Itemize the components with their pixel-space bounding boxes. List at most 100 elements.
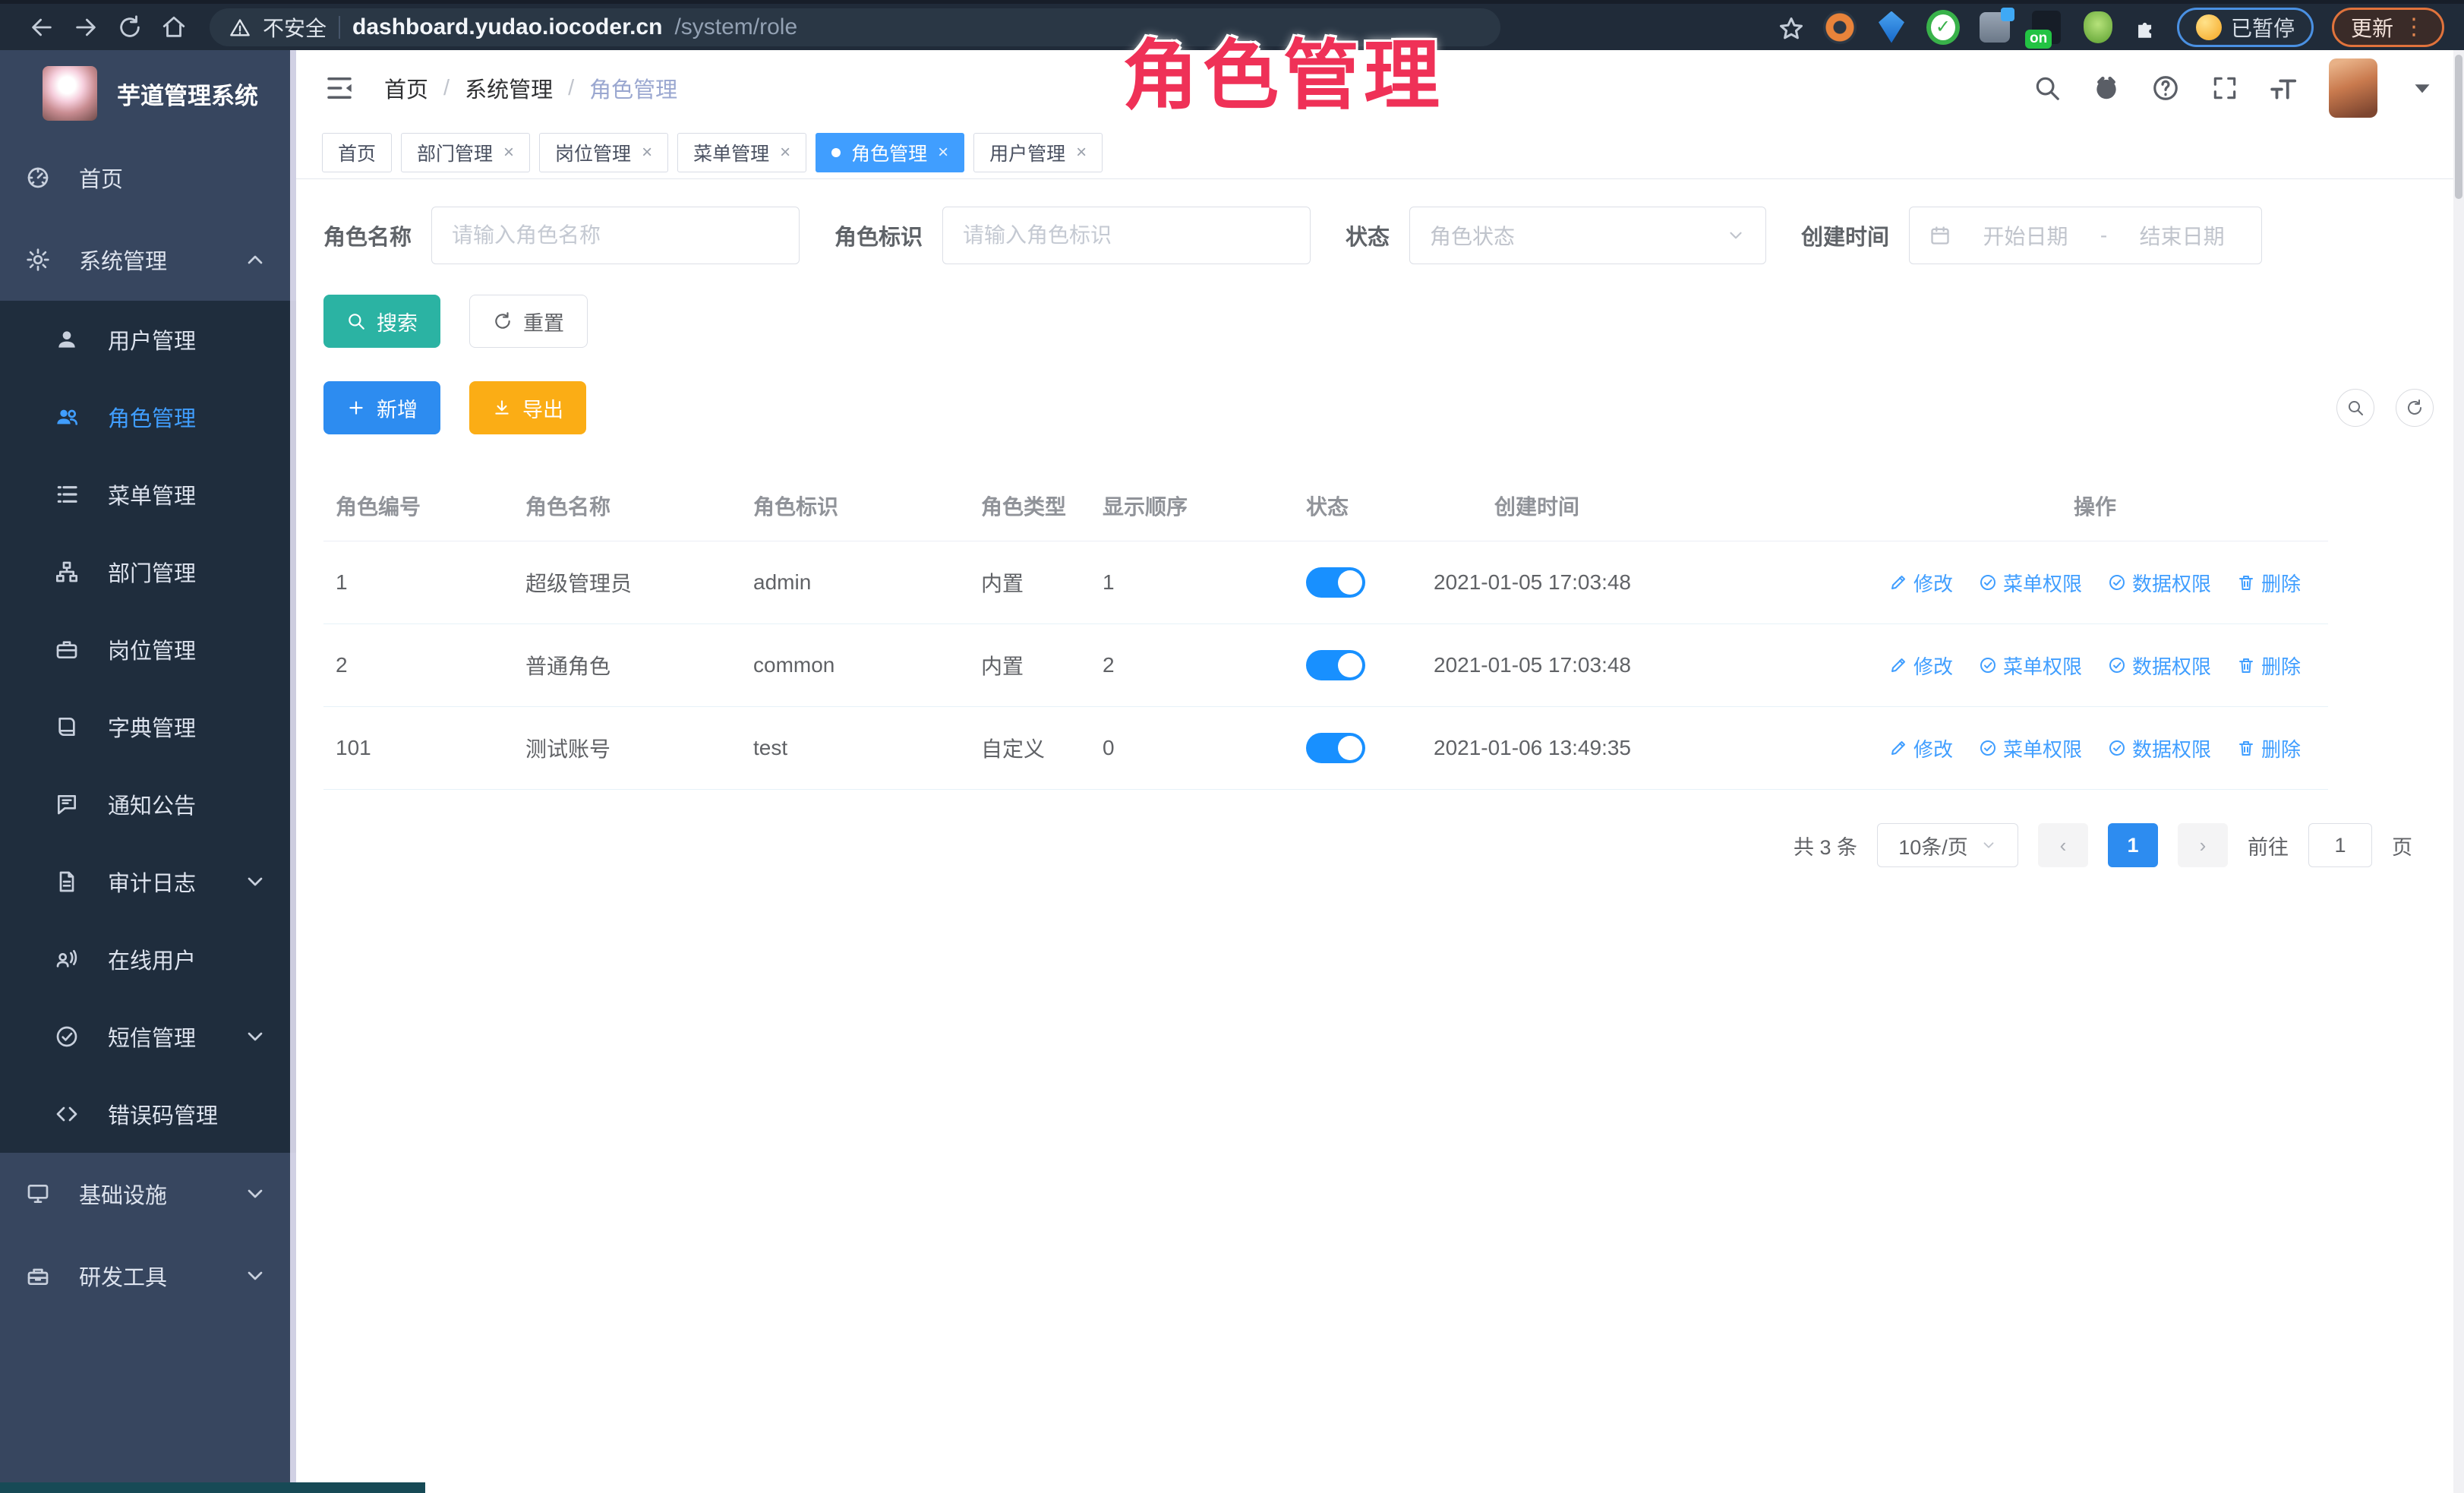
sidebar-item-audit-log[interactable]: 审计日志: [0, 843, 296, 920]
breadcrumb-system[interactable]: 系统管理: [465, 72, 553, 104]
update-label: 更新: [2351, 12, 2393, 43]
sidebar-item-sms[interactable]: 短信管理: [0, 998, 296, 1075]
fullscreen-icon[interactable]: [2210, 74, 2239, 103]
data-permission-link[interactable]: 数据权限: [2108, 652, 2211, 680]
role-code-input[interactable]: [942, 207, 1311, 264]
profile-emoji-icon: [2196, 14, 2222, 40]
tabs-bar: 首页 部门管理 × 岗位管理 × 菜单管理 × 角色管理 × 用户管理 ×: [296, 126, 2464, 179]
page-scrollbar[interactable]: [2453, 50, 2464, 1493]
browser-reload-button[interactable]: [108, 8, 152, 46]
goto-label: 前往: [2248, 831, 2289, 860]
sync-paused-button[interactable]: 已暂停: [2177, 8, 2314, 47]
data-permission-link[interactable]: 数据权限: [2108, 734, 2211, 762]
sidebar-item-home[interactable]: 首页: [0, 137, 296, 219]
bookmark-star-icon[interactable]: [1778, 11, 1805, 43]
scrollbar-thumb[interactable]: [2455, 55, 2462, 199]
tab-close-icon[interactable]: ×: [780, 142, 790, 163]
browser-home-button[interactable]: [152, 8, 196, 46]
tab-menus[interactable]: 菜单管理 ×: [677, 133, 806, 172]
sidebar-item-posts[interactable]: 岗位管理: [0, 611, 296, 688]
extensions-puzzle-icon[interactable]: [2133, 12, 2159, 42]
menu-permission-link[interactable]: 菜单权限: [1979, 569, 2082, 597]
role-code-label: 角色标识: [834, 219, 923, 251]
add-button[interactable]: 新增: [323, 381, 440, 434]
chrome-update-button[interactable]: 更新 ⋮: [2332, 8, 2444, 47]
sidebar-item-notices[interactable]: 通知公告: [0, 765, 296, 843]
status-toggle[interactable]: [1306, 733, 1365, 763]
date-range-picker[interactable]: 开始日期 - 结束日期: [1909, 207, 2262, 264]
tab-close-icon[interactable]: ×: [938, 142, 948, 163]
font-size-icon[interactable]: [2270, 74, 2298, 103]
menu-list-icon: [55, 482, 79, 507]
role-type: 内置: [969, 541, 1090, 624]
breadcrumb-home[interactable]: 首页: [384, 72, 428, 104]
not-secure-warning-icon: [229, 15, 251, 39]
delete-link[interactable]: 删除: [2237, 652, 2301, 680]
extension-icon-alien[interactable]: [2081, 11, 2115, 44]
toggle-search-button[interactable]: [2336, 389, 2374, 427]
tab-users[interactable]: 用户管理 ×: [973, 133, 1103, 172]
user-avatar[interactable]: [2329, 58, 2377, 118]
extension-icon-orange[interactable]: [1823, 11, 1857, 44]
export-button[interactable]: 导出: [469, 381, 586, 434]
reset-button[interactable]: 重置: [469, 295, 588, 348]
tab-close-icon[interactable]: ×: [503, 142, 514, 163]
main-panel: 首页 / 系统管理 / 角色管理 首页 部门管理 × 岗位管理 ×: [296, 50, 2464, 1493]
tab-posts[interactable]: 岗位管理 ×: [539, 133, 668, 172]
app-title: 芋道管理系统: [117, 77, 258, 111]
tab-close-icon[interactable]: ×: [1076, 142, 1087, 163]
status-select[interactable]: 角色状态: [1409, 207, 1766, 264]
start-date-field[interactable]: 开始日期: [1966, 220, 2085, 251]
sidebar-item-departments[interactable]: 部门管理: [0, 533, 296, 611]
sidebar-item-infrastructure[interactable]: 基础设施: [0, 1153, 296, 1235]
sidebar-item-dev-tools[interactable]: 研发工具: [0, 1235, 296, 1317]
extension-icon-grid[interactable]: [1978, 11, 2011, 44]
on-badge: on: [2025, 30, 2052, 49]
goto-page-input[interactable]: [2308, 823, 2372, 867]
delete-link[interactable]: 删除: [2237, 569, 2301, 597]
sidebar-item-users[interactable]: 用户管理: [0, 301, 296, 378]
tab-close-icon[interactable]: ×: [642, 142, 652, 163]
url-divider: [339, 16, 340, 39]
caret-down-icon[interactable]: [2408, 74, 2437, 103]
help-icon[interactable]: [2151, 74, 2180, 103]
search-icon[interactable]: [2033, 74, 2062, 103]
page-size-select[interactable]: 10条/页: [1877, 823, 2018, 867]
status-toggle[interactable]: [1306, 567, 1365, 598]
search-button[interactable]: 搜索: [323, 295, 440, 348]
sidebar-item-dictionary[interactable]: 字典管理: [0, 688, 296, 765]
edit-link[interactable]: 修改: [1889, 734, 1953, 762]
sidebar-item-error-codes[interactable]: 错误码管理: [0, 1075, 296, 1153]
page-number-button[interactable]: 1: [2108, 823, 2158, 867]
prev-page-button[interactable]: ‹: [2038, 823, 2088, 867]
tab-roles[interactable]: 角色管理 ×: [816, 133, 964, 172]
browser-menu-icon[interactable]: ⋮: [2402, 21, 2425, 33]
sidebar-item-menus[interactable]: 菜单管理: [0, 456, 296, 533]
menu-permission-link[interactable]: 菜单权限: [1979, 734, 2082, 762]
calendar-icon: [1929, 225, 1951, 246]
refresh-table-button[interactable]: [2396, 389, 2434, 427]
browser-back-button[interactable]: [20, 8, 64, 46]
browser-forward-button[interactable]: [64, 8, 108, 46]
role-name-input[interactable]: [431, 207, 800, 264]
extension-icon-blue[interactable]: [1875, 11, 1908, 44]
sidebar-collapse-icon[interactable]: [323, 72, 355, 104]
delete-link[interactable]: 删除: [2237, 734, 2301, 762]
address-bar[interactable]: 不安全 dashboard.yudao.iocoder.cn /system/r…: [210, 8, 1500, 46]
data-permission-link[interactable]: 数据权限: [2108, 569, 2211, 597]
sidebar-item-system[interactable]: 系统管理: [0, 219, 296, 301]
tab-departments[interactable]: 部门管理 ×: [401, 133, 530, 172]
menu-permission-link[interactable]: 菜单权限: [1979, 652, 2082, 680]
status-toggle[interactable]: [1306, 650, 1365, 680]
sidebar-item-online-users[interactable]: 在线用户: [0, 920, 296, 998]
app-logo-row[interactable]: 芋道管理系统: [0, 50, 296, 137]
extension-icon-green-check[interactable]: ✓: [1926, 11, 1960, 44]
github-icon[interactable]: [2092, 74, 2121, 103]
next-page-button[interactable]: ›: [2178, 823, 2228, 867]
sidebar-item-roles[interactable]: 角色管理: [0, 378, 296, 456]
end-date-field[interactable]: 结束日期: [2122, 220, 2242, 251]
edit-link[interactable]: 修改: [1889, 569, 1953, 597]
tab-home[interactable]: 首页: [322, 133, 392, 172]
extension-icon-tampermonkey[interactable]: on: [2030, 11, 2063, 44]
edit-link[interactable]: 修改: [1889, 652, 1953, 680]
